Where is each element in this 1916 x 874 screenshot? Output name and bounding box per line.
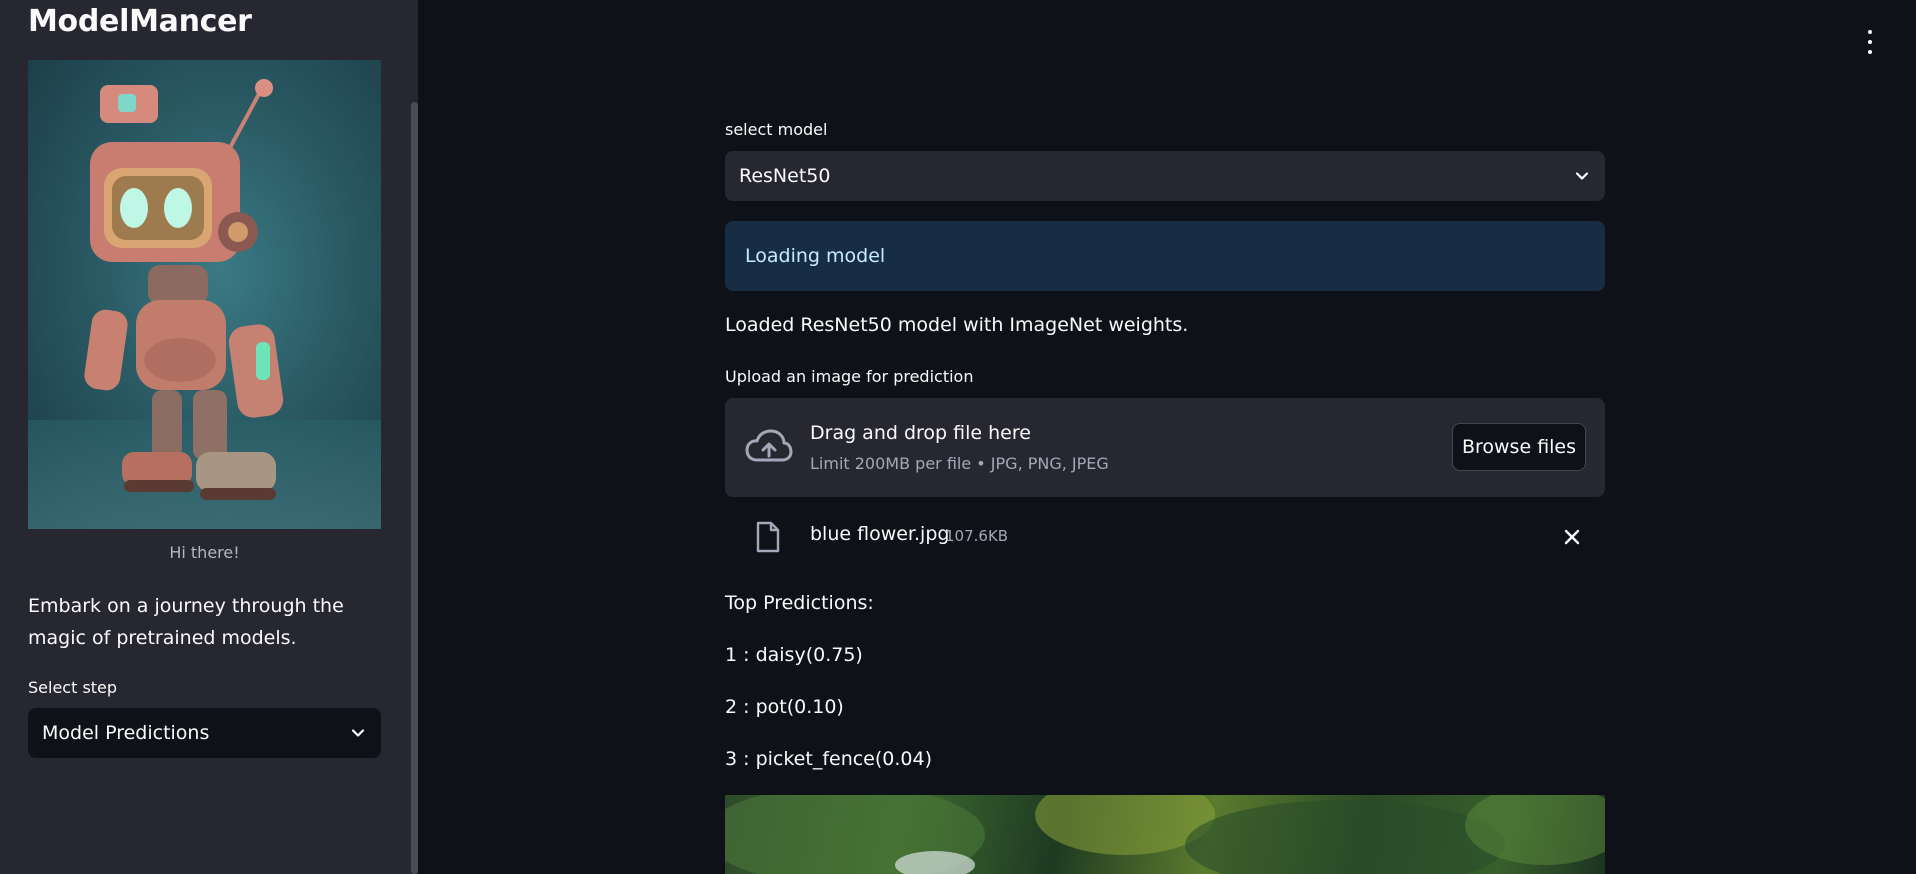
vertical-dots-icon bbox=[1868, 30, 1872, 34]
dropzone-subtitle: Limit 200MB per file • JPG, PNG, JPEG bbox=[810, 454, 1109, 473]
file-icon bbox=[756, 521, 780, 553]
menu-dot bbox=[1868, 50, 1872, 54]
cloud-upload-icon bbox=[745, 429, 793, 462]
close-icon[interactable] bbox=[1563, 528, 1581, 546]
info-alert: Loading model bbox=[725, 221, 1605, 291]
app-title: ModelMancer bbox=[28, 4, 252, 39]
select-step-dropdown[interactable]: Model Predictions bbox=[28, 708, 381, 758]
app: ModelMancer Hi there! Embark on a journe… bbox=[0, 0, 1916, 874]
robot-image bbox=[28, 60, 381, 529]
loaded-message: Loaded ResNet50 model with ImageNet weig… bbox=[725, 314, 1189, 336]
select-model-label: select model bbox=[725, 120, 828, 139]
upload-label: Upload an image for prediction bbox=[725, 367, 974, 386]
sidebar: ModelMancer Hi there! Embark on a journe… bbox=[0, 0, 418, 874]
info-message: Loading model bbox=[745, 245, 886, 267]
prediction-item: 2 : pot(0.10) bbox=[725, 696, 844, 718]
uploaded-image-preview bbox=[725, 795, 1605, 874]
dropzone-title: Drag and drop file here bbox=[810, 422, 1031, 444]
file-size: 107.6KB bbox=[945, 527, 1009, 545]
file-name: blue flower.jpg bbox=[810, 523, 950, 545]
prediction-item: 1 : daisy(0.75) bbox=[725, 644, 863, 666]
image-caption: Hi there! bbox=[169, 543, 240, 562]
select-model-value: ResNet50 bbox=[739, 165, 831, 187]
file-dropzone[interactable]: Drag and drop file here Limit 200MB per … bbox=[725, 398, 1605, 497]
browse-files-button[interactable]: Browse files bbox=[1452, 423, 1586, 471]
prediction-item: 3 : picket_fence(0.04) bbox=[725, 748, 933, 770]
select-step-label: Select step bbox=[28, 678, 118, 697]
select-step-value: Model Predictions bbox=[42, 722, 210, 744]
sidebar-scrollbar[interactable] bbox=[411, 102, 418, 874]
main-menu-button[interactable] bbox=[1860, 30, 1880, 54]
select-model-dropdown[interactable]: ResNet50 bbox=[725, 151, 1605, 201]
predictions-title: Top Predictions: bbox=[725, 592, 874, 614]
uploaded-file-row: blue flower.jpg 107.6KB bbox=[725, 515, 1605, 559]
chevron-down-icon bbox=[351, 729, 365, 737]
chevron-down-icon bbox=[1575, 172, 1589, 180]
sidebar-description: Embark on a journey through the magic of… bbox=[28, 595, 344, 649]
menu-dot bbox=[1868, 40, 1872, 44]
